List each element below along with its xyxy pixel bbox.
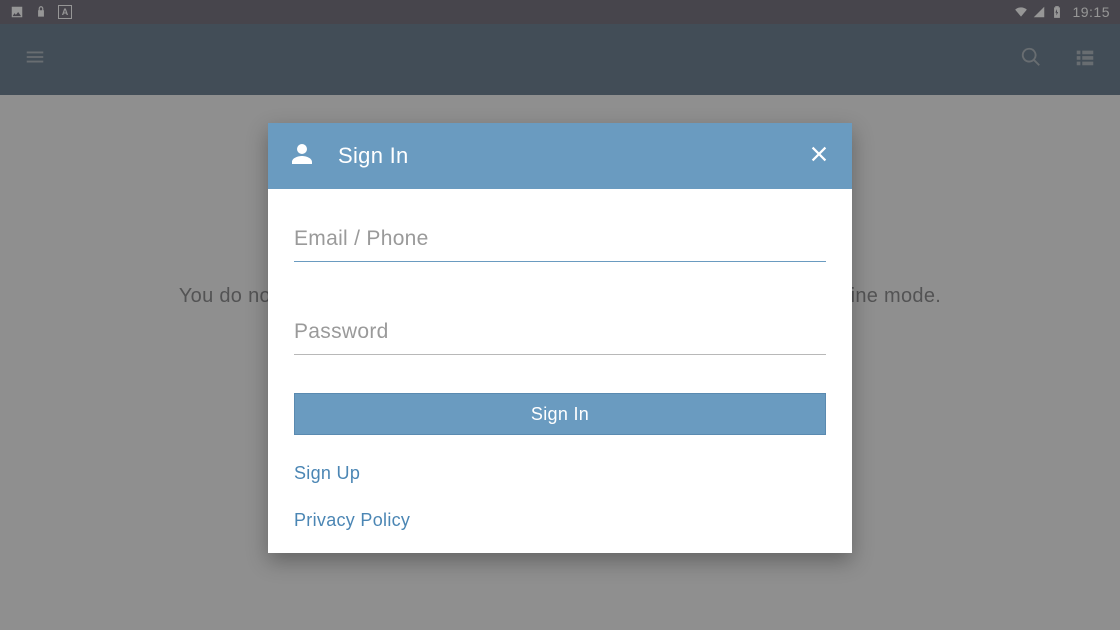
close-icon[interactable] — [808, 143, 830, 170]
privacy-policy-link[interactable]: Privacy Policy — [294, 510, 410, 531]
dialog-body: Sign In Sign Up Privacy Policy — [268, 189, 852, 553]
signin-dialog: Sign In Sign In Sign Up Privacy Policy — [268, 123, 852, 553]
email-field[interactable] — [294, 215, 826, 262]
dialog-header: Sign In — [268, 123, 852, 189]
person-icon — [290, 142, 314, 171]
dialog-title: Sign In — [338, 143, 808, 169]
password-field[interactable] — [294, 308, 826, 355]
signin-button[interactable]: Sign In — [294, 393, 826, 435]
signup-link[interactable]: Sign Up — [294, 463, 360, 484]
